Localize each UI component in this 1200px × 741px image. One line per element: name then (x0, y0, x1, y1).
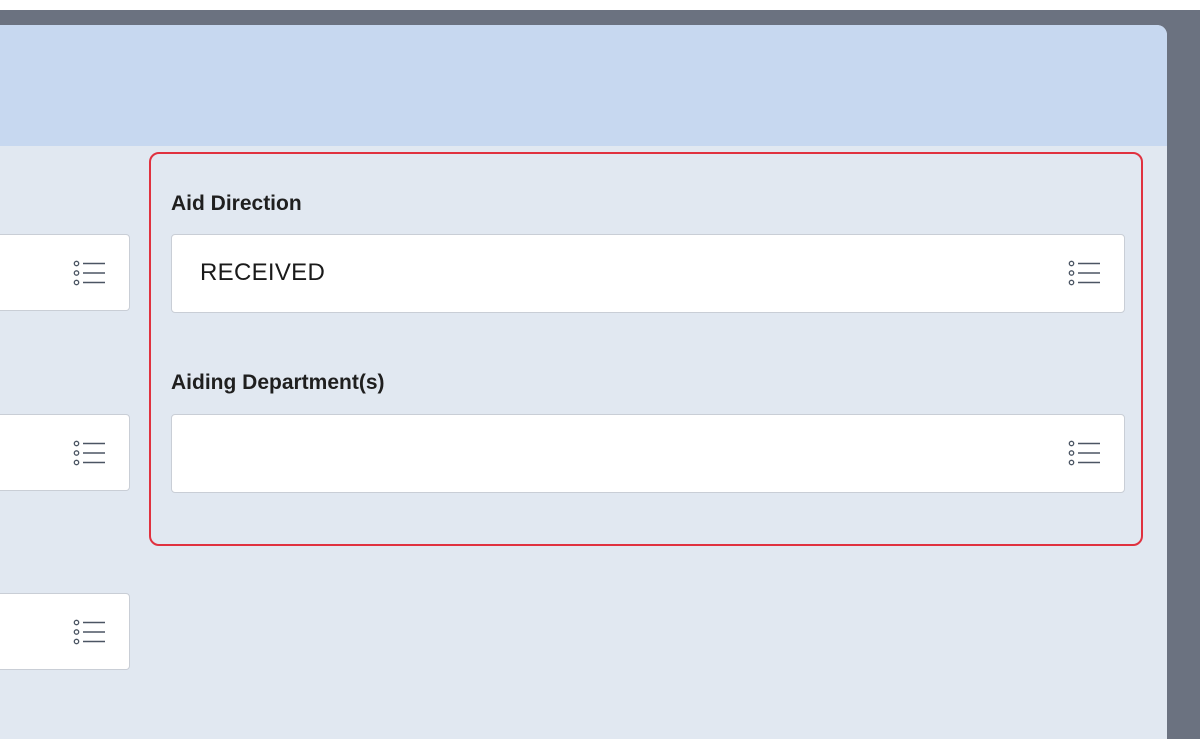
list-icon (1068, 260, 1100, 286)
aiding-departments-label: Aiding Department(s) (171, 371, 385, 394)
panel-header (0, 25, 1167, 146)
aid-direction-label: Aid Direction (171, 192, 302, 215)
form-panel: Aid Direction RECEIVED Aiding Department… (0, 25, 1167, 739)
aiding-departments-select[interactable] (171, 414, 1125, 493)
list-icon (73, 440, 105, 466)
list-icon (1068, 440, 1100, 466)
left-column-select-2[interactable] (0, 414, 130, 491)
list-icon (73, 619, 105, 645)
left-column-select-1[interactable] (0, 234, 130, 311)
left-column-select-3[interactable] (0, 593, 130, 670)
aid-direction-select[interactable]: RECEIVED (171, 234, 1125, 313)
list-icon (73, 260, 105, 286)
aid-direction-value: RECEIVED (200, 259, 326, 286)
